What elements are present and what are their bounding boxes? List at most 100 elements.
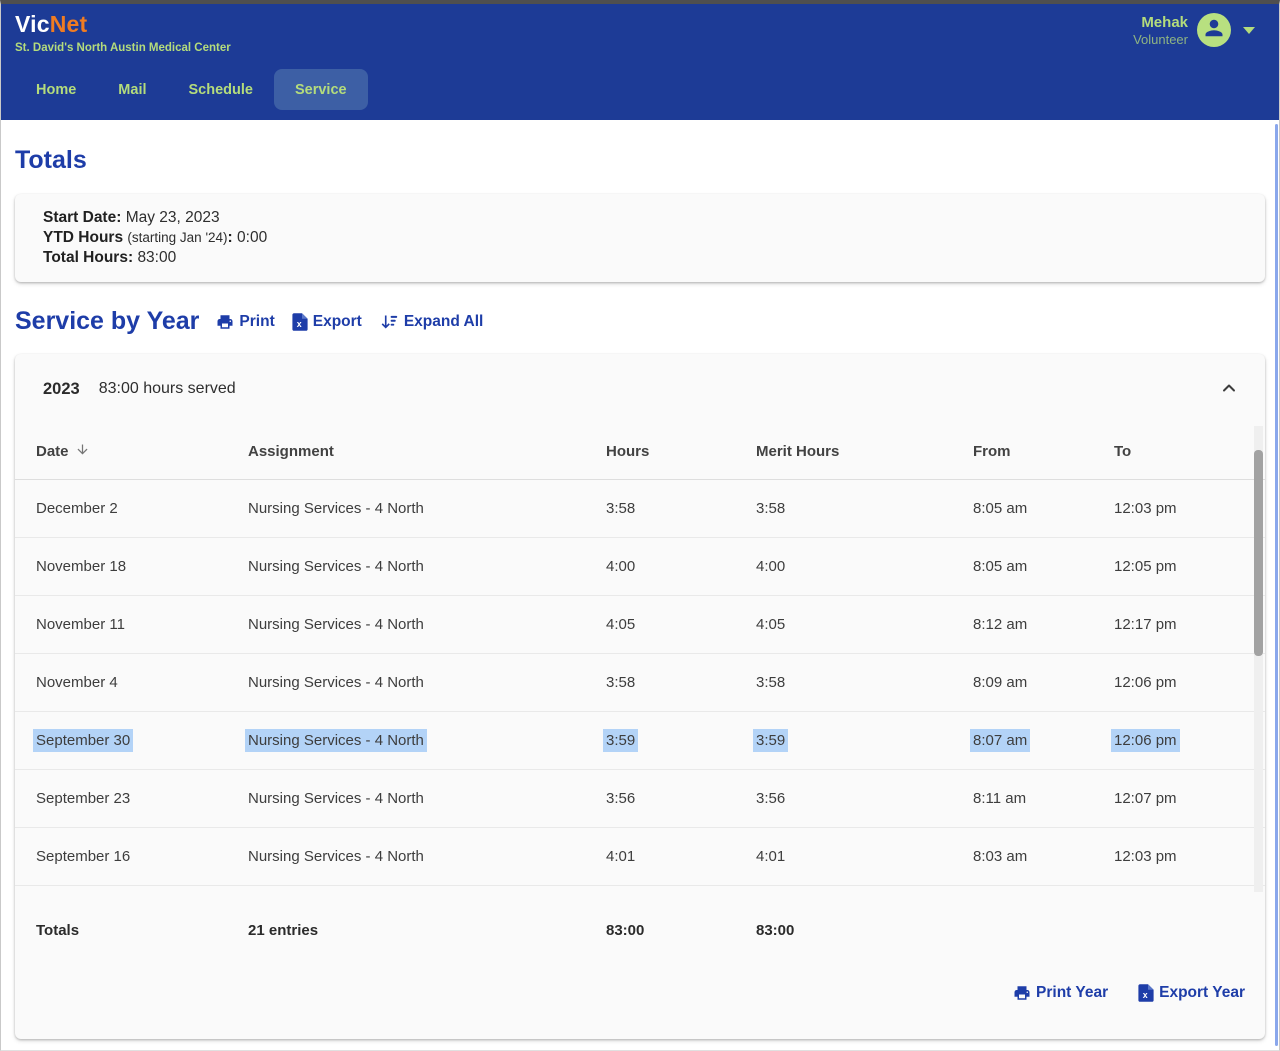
table-row[interactable]: September 30 Nursing Services - 4 North … <box>15 712 1265 770</box>
brand: VicNet St. David's North Austin Medical … <box>15 11 231 54</box>
excel-file-icon: x <box>1138 984 1154 1002</box>
main-content: Totals Start Date: May 23, 2023 YTD Hour… <box>1 146 1279 1039</box>
totals-entries: 21 entries <box>248 922 606 939</box>
table-row[interactable]: November 11 Nursing Services - 4 North 4… <box>15 596 1265 654</box>
column-header-to-label: To <box>1114 443 1131 460</box>
row-to: 12:17 pm <box>1114 616 1177 633</box>
service-by-year-header: Service by Year Print x Export <box>15 307 1265 336</box>
page-scrollbar[interactable] <box>1275 124 1278 1046</box>
user-role: Volunteer <box>1133 32 1188 47</box>
print-year-label: Print Year <box>1036 984 1108 1002</box>
top-navigation-bar: VicNet St. David's North Austin Medical … <box>1 4 1279 120</box>
row-merit-hours: 3:56 <box>756 790 785 807</box>
row-to: 12:06 pm <box>1114 674 1177 691</box>
row-hours: 4:01 <box>606 848 635 865</box>
year-card-footer: Print Year x Export Year <box>15 974 1265 1002</box>
row-assignment: Nursing Services - 4 North <box>248 674 424 691</box>
row-to: 12:05 pm <box>1114 558 1177 575</box>
column-header-merit-hours-label: Merit Hours <box>756 443 839 460</box>
table-body: December 2 Nursing Services - 4 North 3:… <box>15 480 1265 886</box>
row-to: 12:03 pm <box>1114 500 1177 517</box>
row-hours: 3:59 <box>603 729 638 752</box>
table-row[interactable]: November 18 Nursing Services - 4 North 4… <box>15 538 1265 596</box>
ytd-separator: : <box>228 229 233 246</box>
row-hours: 3:58 <box>606 674 635 691</box>
totals-summary-card: Start Date: May 23, 2023 YTD Hours (star… <box>15 194 1265 282</box>
service-by-year-title: Service by Year <box>15 307 199 336</box>
row-from: 8:05 am <box>973 500 1027 517</box>
column-header-date[interactable]: Date <box>36 442 248 461</box>
row-merit-hours: 4:00 <box>756 558 785 575</box>
row-hours: 3:58 <box>606 500 635 517</box>
nav-tab-mail[interactable]: Mail <box>97 69 167 110</box>
column-header-hours-label: Hours <box>606 443 649 460</box>
export-year-button[interactable]: x Export Year <box>1138 984 1245 1002</box>
avatar[interactable] <box>1197 13 1231 47</box>
total-hours-label: Total Hours: <box>43 249 133 266</box>
row-date: November 18 <box>36 558 126 575</box>
user-menu[interactable]: Mehak Volunteer <box>1133 13 1255 47</box>
column-header-to[interactable]: To <box>1114 443 1244 460</box>
chevron-down-icon <box>1243 27 1255 34</box>
row-hours: 3:56 <box>606 790 635 807</box>
column-header-assignment[interactable]: Assignment <box>248 443 606 460</box>
nav-tab-home[interactable]: Home <box>15 69 97 110</box>
expand-all-icon <box>379 313 399 331</box>
row-assignment: Nursing Services - 4 North <box>245 729 427 752</box>
print-button[interactable]: Print <box>216 313 274 331</box>
row-date: November 11 <box>36 616 125 633</box>
table-scrollbar-track[interactable] <box>1254 426 1263 892</box>
excel-file-icon: x <box>292 313 308 331</box>
user-name: Mehak <box>1133 14 1188 31</box>
year-card-header[interactable]: 2023 83:00 hours served <box>15 354 1265 424</box>
row-date: September 30 <box>33 729 133 752</box>
logo-text-vic: Vic <box>15 11 50 37</box>
table-row[interactable]: September 23 Nursing Services - 4 North … <box>15 770 1265 828</box>
row-assignment: Nursing Services - 4 North <box>248 790 424 807</box>
table-row[interactable]: December 2 Nursing Services - 4 North 3:… <box>15 480 1265 538</box>
row-hours: 4:05 <box>606 616 635 633</box>
print-year-button[interactable]: Print Year <box>1013 984 1108 1002</box>
year-label: 2023 <box>43 380 80 399</box>
export-button[interactable]: x Export <box>292 313 362 331</box>
row-merit-hours: 4:01 <box>756 848 785 865</box>
totals-title: Totals <box>15 146 1265 175</box>
row-to: 12:07 pm <box>1114 790 1177 807</box>
expand-all-button[interactable]: Expand All <box>379 313 484 331</box>
column-header-assignment-label: Assignment <box>248 443 334 460</box>
totals-merit-hours: 83:00 <box>756 922 973 939</box>
logo-text-net: Net <box>50 11 88 37</box>
table-row[interactable]: November 4 Nursing Services - 4 North 3:… <box>15 654 1265 712</box>
column-header-merit-hours[interactable]: Merit Hours <box>756 443 973 460</box>
total-hours-value: 83:00 <box>137 249 176 266</box>
export-year-label: Export Year <box>1159 984 1245 1002</box>
vicnet-logo: VicNet <box>15 11 231 38</box>
row-assignment: Nursing Services - 4 North <box>248 616 424 633</box>
column-header-from[interactable]: From <box>973 443 1114 460</box>
printer-icon <box>1013 984 1031 1002</box>
table-totals-row: Totals 21 entries 83:00 83:00 <box>15 886 1265 974</box>
sort-descending-arrow-icon <box>75 442 90 461</box>
row-merit-hours: 3:58 <box>756 500 785 517</box>
row-to: 12:06 pm <box>1111 729 1180 752</box>
nav-tab-schedule[interactable]: Schedule <box>168 69 274 110</box>
row-from: 8:09 am <box>973 674 1027 691</box>
table-row[interactable]: September 16 Nursing Services - 4 North … <box>15 828 1265 886</box>
row-assignment: Nursing Services - 4 North <box>248 558 424 575</box>
collapse-year-button[interactable] <box>1215 374 1243 405</box>
nav-tab-service[interactable]: Service <box>274 69 368 110</box>
year-summary: 83:00 hours served <box>99 380 236 398</box>
row-from: 8:12 am <box>973 616 1027 633</box>
export-label: Export <box>313 313 362 331</box>
start-date-line: Start Date: May 23, 2023 <box>43 208 1237 228</box>
svg-text:x: x <box>1143 990 1148 1000</box>
nav-tabs: Home MailScheduleService <box>15 69 368 110</box>
row-date: September 16 <box>36 848 130 865</box>
row-hours: 4:00 <box>606 558 635 575</box>
table-scrollbar-thumb[interactable] <box>1254 450 1263 656</box>
nav-tab-label: Home <box>36 82 76 98</box>
ytd-hours-label: YTD Hours <box>43 229 123 246</box>
table-header-row: Date Assignment Hours Merit Hours From T… <box>15 424 1265 480</box>
row-date: November 4 <box>36 674 118 691</box>
column-header-hours[interactable]: Hours <box>606 443 756 460</box>
